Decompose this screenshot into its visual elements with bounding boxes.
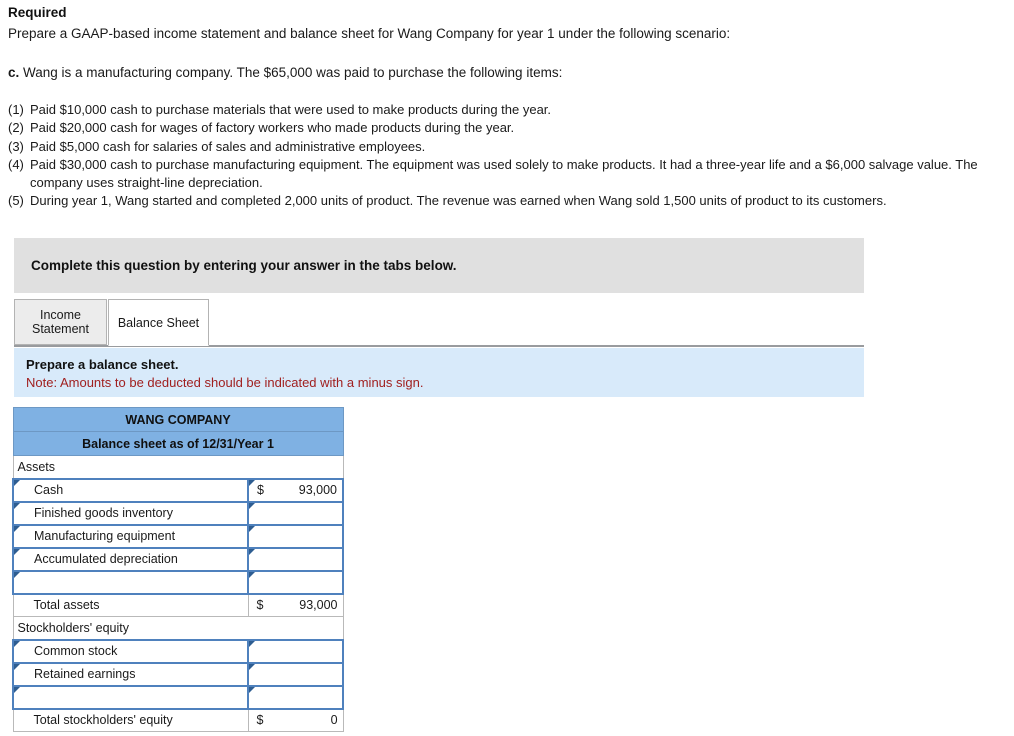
table-row-asset-blank: [12, 569, 345, 595]
currency-symbol: $: [257, 483, 264, 497]
tab-income-statement-label-line2: Statement: [32, 322, 89, 336]
list-item: (2) Paid $20,000 cash for wages of factor…: [8, 119, 1014, 137]
currency-symbol: $: [256, 713, 264, 728]
accumulated-depreciation-value-input[interactable]: [246, 546, 345, 572]
retained-earnings-label-input[interactable]: Retained earnings: [12, 661, 249, 687]
list-item-number: (3): [8, 138, 24, 154]
tab-income-statement[interactable]: Income Statement: [14, 299, 107, 345]
assets-header-blank: [248, 455, 344, 479]
equity-blank-label-input[interactable]: [12, 684, 249, 710]
scenario-paragraph: c. Wang is a manufacturing company. The …: [8, 63, 1014, 82]
required-instruction: Prepare a GAAP-based income statement an…: [8, 26, 731, 41]
common-stock-value-input[interactable]: [246, 638, 345, 664]
required-heading: Required: [8, 5, 67, 20]
asset-blank-label-input[interactable]: [12, 569, 249, 595]
equity-blank-value-input[interactable]: [246, 684, 345, 710]
table-row-manufacturing-equipment: Manufacturing equipment: [12, 523, 345, 549]
total-assets-value-cell: $ 93,000: [247, 592, 344, 617]
list-item: (5) During year 1, Wang started and compl…: [8, 192, 1014, 210]
note-box: Prepare a balance sheet. Note: Amounts t…: [14, 348, 864, 397]
total-assets-label: Total assets: [12, 593, 248, 617]
retained-earnings-value-input[interactable]: [246, 661, 345, 687]
table-row-equity-blank: [12, 684, 345, 710]
equity-section-header: Stockholders' equity: [12, 616, 248, 640]
tab-balance-sheet-label: Balance Sheet: [117, 315, 200, 330]
manufacturing-equipment-label-input[interactable]: Manufacturing equipment: [12, 523, 249, 549]
finished-goods-label-input[interactable]: Finished goods inventory: [12, 500, 249, 526]
finished-goods-value-input[interactable]: [246, 500, 345, 526]
scenario-item-list: (1) Paid $10,000 cash to purchase materia…: [8, 101, 1014, 211]
total-equity-value: 0: [330, 713, 338, 728]
list-item-text: Paid $20,000 cash for wages of factory w…: [30, 120, 515, 136]
required-section: Required Prepare a GAAP-based income sta…: [0, 0, 1014, 211]
table-row-equity-header: Stockholders' equity: [12, 616, 344, 640]
table-row-total-assets: Total assets $ 93,000: [12, 592, 344, 617]
accumulated-depreciation-label-input[interactable]: Accumulated depreciation: [12, 546, 249, 572]
scenario-label: c.: [8, 65, 20, 80]
equity-header-blank: [248, 616, 344, 640]
total-equity-label: Total stockholders' equity: [12, 708, 248, 732]
list-item-text: Paid $30,000 cash to purchase manufactur…: [30, 156, 978, 191]
instruction-banner-text: Complete this question by entering your …: [31, 258, 457, 273]
list-item-text: Paid $5,000 cash for salaries of sales a…: [30, 138, 426, 154]
list-item: (4) Paid $30,000 cash to purchase manufac…: [8, 156, 1014, 193]
list-item: (3) Paid $5,000 cash for salaries of sale…: [8, 138, 1014, 156]
table-row-assets-header: Assets: [12, 455, 344, 479]
total-assets-value: 93,000: [299, 598, 338, 613]
list-item-number: (1): [8, 102, 24, 117]
cash-value-input[interactable]: $ 93,000: [246, 477, 345, 503]
table-row-accumulated-depreciation: Accumulated depreciation: [12, 546, 345, 572]
table-row-total-equity: Total stockholders' equity $ 0: [12, 707, 344, 732]
note-warning-text: Note: Amounts to be deducted should be i…: [26, 375, 424, 390]
balance-sheet-table: WANG COMPANY Balance sheet as of 12/31/Y…: [12, 407, 345, 732]
common-stock-label-input[interactable]: Common stock: [12, 638, 249, 664]
list-item-number: (5): [8, 193, 24, 209]
table-row-subtitle: Balance sheet as of 12/31/Year 1: [12, 431, 344, 456]
total-equity-value-cell: $ 0: [247, 707, 344, 732]
tab-income-statement-label-line1: Income: [40, 308, 81, 322]
balance-sheet-subtitle: Balance sheet as of 12/31/Year 1: [12, 431, 344, 456]
instruction-banner: Complete this question by entering your …: [14, 238, 864, 293]
tab-bar: Income Statement Balance Sheet: [14, 299, 864, 347]
table-row-title: WANG COMPANY: [12, 407, 344, 432]
cash-value: 93,000: [298, 483, 338, 497]
cash-label-input[interactable]: Cash: [12, 477, 249, 503]
manufacturing-equipment-value-input[interactable]: [246, 523, 345, 549]
table-row-retained-earnings: Retained earnings: [12, 661, 345, 687]
assets-section-header: Assets: [12, 455, 248, 479]
table-row-cash: Cash $ 93,000: [12, 477, 345, 503]
list-item-number: (2): [8, 120, 24, 136]
table-row-finished-goods: Finished goods inventory: [12, 500, 345, 526]
list-item-text: During year 1, Wang started and complete…: [30, 193, 887, 209]
list-item: (1) Paid $10,000 cash to purchase materia…: [8, 101, 1014, 119]
tab-balance-sheet[interactable]: Balance Sheet: [108, 299, 209, 346]
balance-sheet-title: WANG COMPANY: [12, 407, 344, 432]
table-row-common-stock: Common stock: [12, 638, 345, 664]
list-item-number: (4): [8, 156, 24, 172]
note-primary-text: Prepare a balance sheet.: [26, 357, 179, 372]
scenario-text: Wang is a manufacturing company. The $65…: [19, 65, 563, 80]
asset-blank-value-input[interactable]: [246, 569, 345, 595]
currency-symbol: $: [256, 598, 264, 613]
list-item-text: Paid $10,000 cash to purchase materials …: [30, 102, 552, 117]
